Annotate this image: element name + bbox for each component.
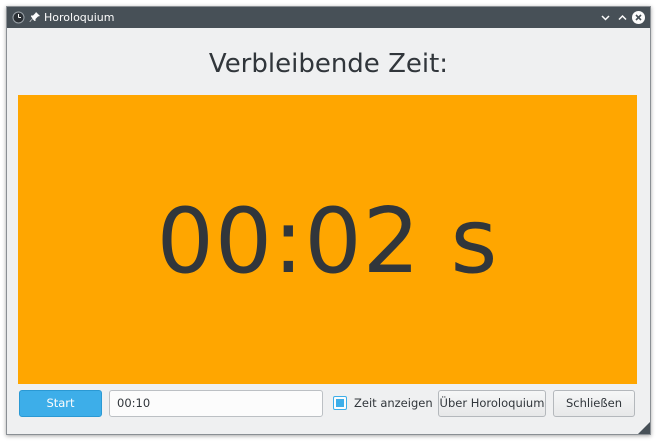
close-icon[interactable] — [631, 10, 646, 25]
show-time-label[interactable]: Zeit anzeigen — [354, 395, 433, 411]
duration-input[interactable]: 00:10 — [109, 390, 323, 417]
pin-icon[interactable] — [29, 11, 41, 24]
minimize-icon[interactable] — [598, 10, 613, 25]
title-bar[interactable]: Horoloquium — [7, 7, 650, 28]
maximize-icon[interactable] — [615, 10, 630, 25]
remaining-time-heading: Verbleibende Zeit: — [208, 49, 449, 79]
clock-icon[interactable] — [12, 11, 25, 24]
timer-panel: 00:02 s — [18, 95, 637, 384]
window-title: Horoloquium — [44, 11, 115, 24]
close-button[interactable]: Schließen — [553, 390, 635, 417]
timer-display: 00:02 s — [156, 189, 499, 294]
resize-grip-icon[interactable] — [636, 420, 650, 434]
about-button[interactable]: Über Horoloquium — [438, 390, 546, 417]
show-time-checkbox[interactable] — [333, 396, 347, 410]
start-button[interactable]: Start — [19, 390, 102, 417]
checkbox-checked-mark — [336, 399, 344, 407]
app-window: Horoloquium Verbleibende Zeit: 00:02 s S… — [6, 6, 651, 435]
